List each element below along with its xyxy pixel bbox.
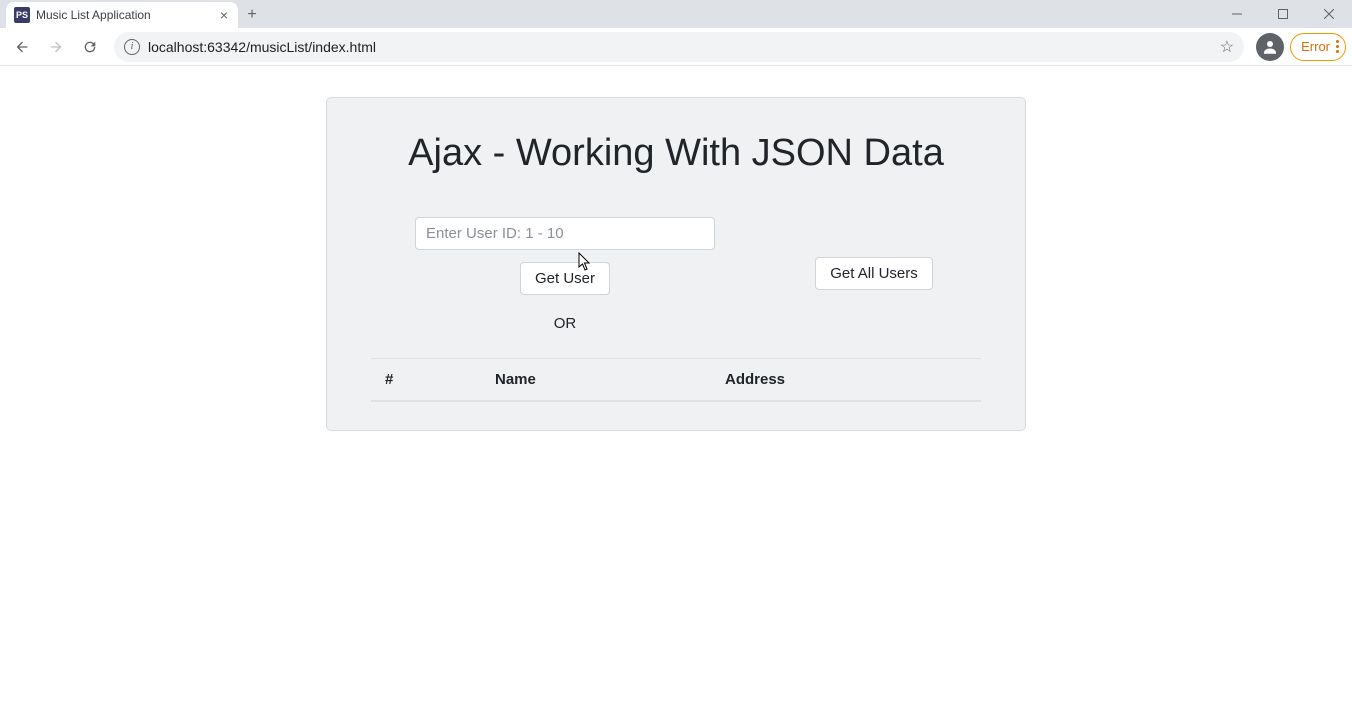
page-viewport: Ajax - Working With JSON Data Get User O… (0, 66, 1352, 724)
table-header-row: # Name Address (371, 359, 981, 402)
col-header-name: Name (481, 359, 711, 402)
user-id-input[interactable] (415, 217, 715, 250)
window-controls (1214, 0, 1352, 28)
tab-title: Music List Application (36, 8, 212, 22)
get-user-button[interactable]: Get User (520, 262, 610, 295)
reload-button[interactable] (74, 31, 106, 63)
col-header-address: Address (711, 359, 981, 402)
close-tab-icon[interactable]: × (218, 7, 230, 23)
toolbar: i localhost:63342/musicList/index.html ☆… (0, 28, 1352, 66)
get-all-users-button[interactable]: Get All Users (815, 257, 933, 290)
maximize-button[interactable] (1260, 0, 1306, 28)
page-title: Ajax - Working With JSON Data (359, 132, 993, 175)
profile-avatar[interactable] (1256, 33, 1284, 61)
close-window-button[interactable] (1306, 0, 1352, 28)
get-user-column: Get User OR (415, 217, 715, 332)
kebab-menu-icon (1336, 40, 1339, 53)
bookmark-icon[interactable]: ☆ (1220, 37, 1234, 57)
main-card: Ajax - Working With JSON Data Get User O… (326, 97, 1026, 431)
address-bar[interactable]: i localhost:63342/musicList/index.html ☆ (114, 32, 1244, 62)
results-table: # Name Address (371, 358, 981, 402)
url-text: localhost:63342/musicList/index.html (148, 39, 1212, 55)
form-row: Get User OR Get All Users (359, 217, 993, 332)
results-table-wrap: # Name Address (371, 358, 981, 402)
favicon-icon: PS (14, 7, 30, 23)
site-info-icon[interactable]: i (124, 39, 140, 55)
error-label: Error (1301, 39, 1330, 54)
or-label: OR (554, 315, 577, 332)
browser-tab[interactable]: PS Music List Application × (6, 2, 238, 28)
col-header-index: # (371, 359, 481, 402)
new-tab-button[interactable]: + (238, 2, 266, 28)
get-all-users-column: Get All Users (755, 217, 993, 290)
forward-button[interactable] (40, 31, 72, 63)
minimize-button[interactable] (1214, 0, 1260, 28)
tab-strip: PS Music List Application × + (0, 0, 1352, 28)
error-menu-button[interactable]: Error (1290, 33, 1346, 61)
back-button[interactable] (6, 31, 38, 63)
